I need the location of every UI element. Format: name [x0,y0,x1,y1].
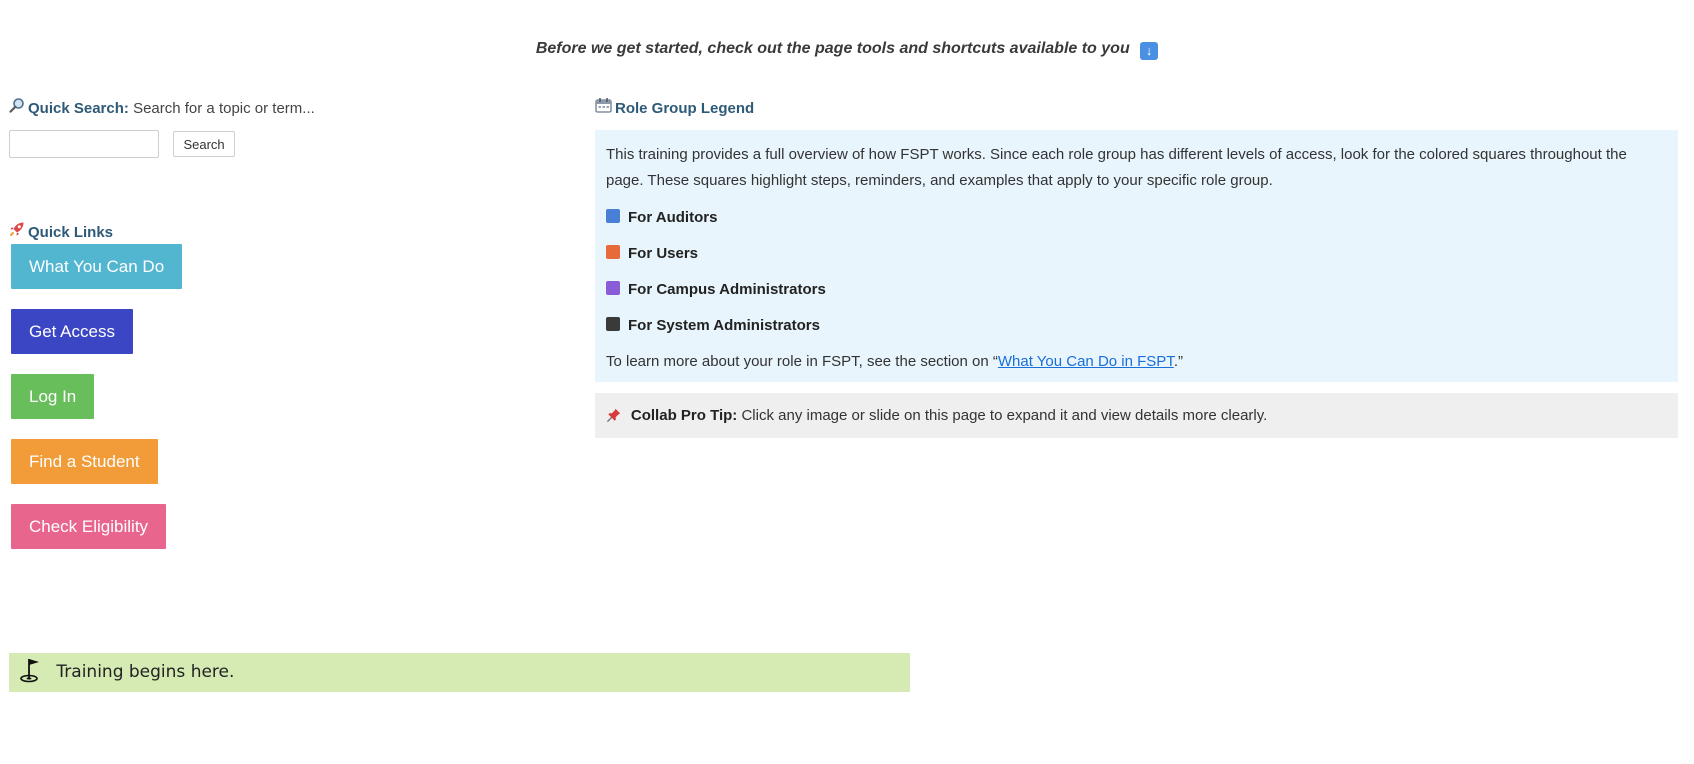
magnifier-icon [9,97,25,116]
quick-link-check-eligibility[interactable]: Check Eligibility [11,504,167,549]
role-legend-panel: This training provides a full overview o… [595,130,1678,382]
banner-text: Training begins here. [56,662,235,682]
legend-item-system-administrators: For System Administrators [606,312,1666,339]
page: Before we get started, check out the pag… [0,0,1694,764]
pro-tip-text: Click any image or slide on this page to… [741,407,1268,424]
legend-item-label: For Users [628,245,699,262]
quick-link-log-in[interactable]: Log In [11,374,95,419]
legend-item-auditors: For Auditors [606,204,1666,231]
intro-text: Before we get started, check out the pag… [535,40,1130,57]
rocket-icon [9,221,25,240]
quick-links-title: Quick Links [28,224,114,241]
pushpin-icon [607,407,625,423]
what-you-can-do-link[interactable]: What You Can Do in FSPT [998,353,1174,370]
learn-more-suffix: .” [1173,353,1183,370]
quick-link-what-you-can-do[interactable]: What You Can Do [11,244,183,289]
quick-link-find-a-student[interactable]: Find a Student [11,439,158,484]
legend-item-label: For System Administrators [628,317,820,334]
legend-header: Role Group Legend [595,97,754,117]
quick-links-header: Quick Links [9,221,113,241]
pro-tip-label: Collab Pro Tip: [630,407,738,424]
intro-line: Before we get started, check out the pag… [0,40,1694,60]
legend-item-label: For Campus Administrators [628,281,826,298]
legend-learn-more: To learn more about your role in FSPT, s… [606,349,1666,375]
legend-description: This training provides a full overview o… [606,146,1627,189]
training-begins-banner: Training begins here. [9,653,910,692]
pro-tip-panel: Collab Pro Tip: Click any image or slide… [595,393,1678,438]
golf-flag-icon [19,659,56,683]
search-row: Search [9,130,235,158]
purple-square-icon [606,281,620,295]
search-button[interactable]: Search [173,131,235,157]
down-arrow-icon: ↓ [1140,42,1159,60]
quick-search-hint: Search for a topic or term... [133,100,315,117]
quick-search-header: Quick Search: Search for a topic or term… [9,97,315,117]
legend-item-label: For Auditors [628,209,718,226]
legend-item-campus-administrators: For Campus Administrators [606,276,1666,303]
quick-search-label: Quick Search: [28,100,129,117]
orange-square-icon [606,245,620,259]
legend-title: Role Group Legend [615,100,755,117]
learn-more-prefix: To learn more about your role in FSPT, s… [606,353,998,370]
quick-link-get-access[interactable]: Get Access [11,309,133,354]
legend-item-users: For Users [606,240,1666,267]
calendar-icon [595,97,612,116]
blue-square-icon [606,209,620,223]
black-square-icon [606,317,620,331]
search-input[interactable] [9,130,159,158]
